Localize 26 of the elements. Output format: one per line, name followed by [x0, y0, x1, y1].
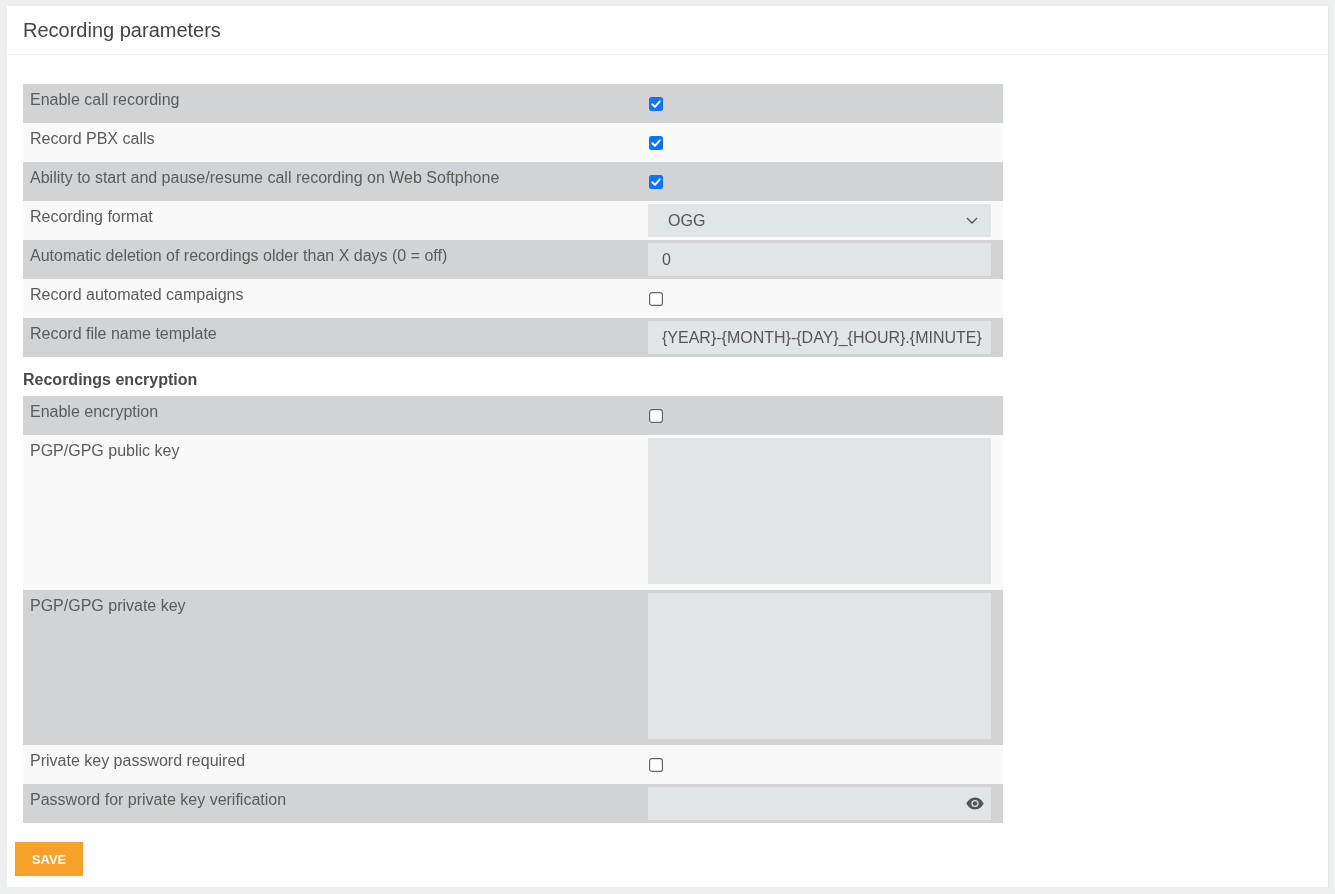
- section-heading: Recordings encryption: [23, 370, 199, 390]
- setting-label: Record file name template: [29, 324, 218, 344]
- password-field[interactable]: [648, 787, 991, 820]
- setting-label: Private key password required: [29, 751, 247, 771]
- setting-label: Ability to start and pause/resume call recording on Web Softphone: [29, 168, 501, 188]
- setting-label: Record PBX calls: [29, 129, 156, 149]
- setting-label: Record automated campaigns: [29, 285, 245, 305]
- setting-label: Enable encryption: [29, 402, 160, 422]
- dropdown[interactable]: OGG: [648, 204, 991, 237]
- eye-icon[interactable]: [966, 797, 984, 810]
- panel-title: Recording parameters: [23, 20, 221, 40]
- setting-label: Enable call recording: [29, 90, 181, 110]
- checkbox[interactable]: [649, 291, 663, 306]
- input-field[interactable]: 0: [648, 243, 991, 276]
- checkbox[interactable]: [649, 408, 663, 423]
- checkbox[interactable]: [649, 96, 663, 111]
- setting-label: PGP/GPG public key: [29, 441, 181, 461]
- setting-label: Automatic deletion of recordings older than X days (0 = off): [29, 246, 449, 266]
- setting-label: Password for private key verification: [29, 790, 288, 810]
- checkbox[interactable]: [649, 135, 663, 150]
- setting-label: PGP/GPG private key: [29, 596, 187, 616]
- setting-label: Recording format: [29, 207, 154, 227]
- checkbox[interactable]: [649, 757, 663, 772]
- input-field[interactable]: {YEAR}-{MONTH}-{DAY}_{HOUR}.{MINUTE}: [648, 321, 991, 354]
- checkbox[interactable]: [649, 174, 663, 189]
- chevron-down-icon: [966, 217, 978, 224]
